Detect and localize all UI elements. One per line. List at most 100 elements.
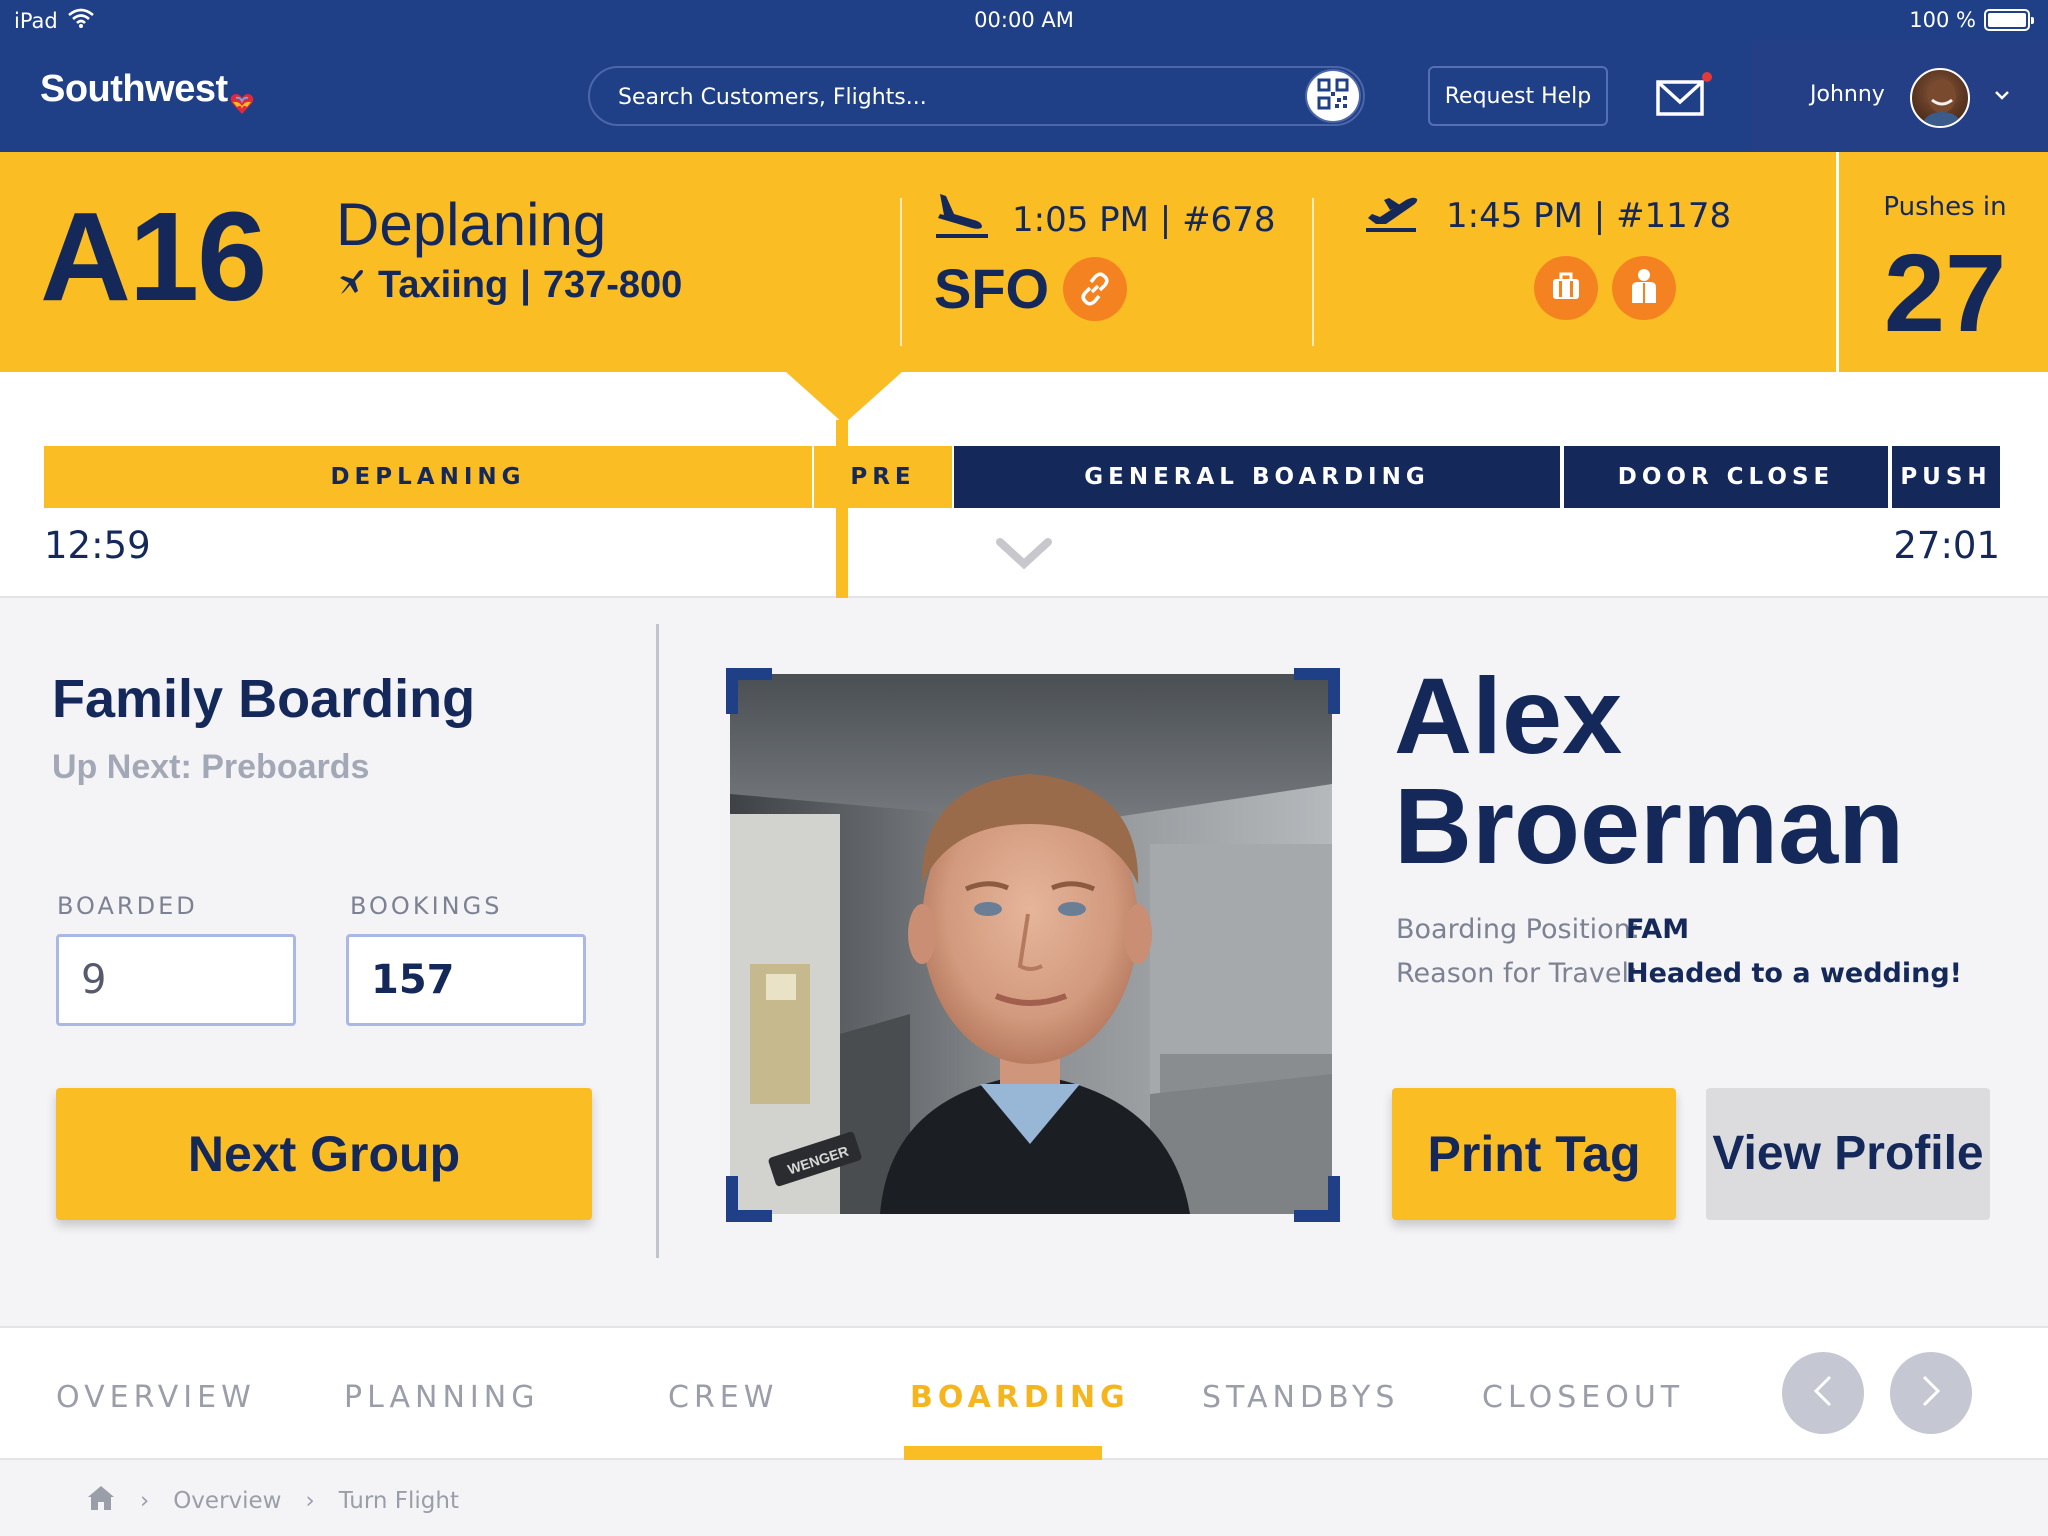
divider xyxy=(900,198,902,346)
qr-scan-button[interactable] xyxy=(1305,69,1361,123)
next-group-button[interactable]: Next Group xyxy=(56,1088,592,1220)
active-tab-indicator xyxy=(904,1446,1102,1460)
user-menu[interactable]: Johnny xyxy=(1752,40,2048,152)
baggage-alert-button[interactable] xyxy=(1534,256,1598,320)
bookings-label: BOOKINGS xyxy=(350,892,503,920)
boarding-position-label: Boarding Position: xyxy=(1396,914,1640,945)
breadcrumb-turn-flight[interactable]: Turn Flight xyxy=(339,1488,459,1514)
pushes-label: Pushes in xyxy=(1883,192,2007,222)
heart-logo-icon xyxy=(230,82,254,114)
attendant-icon xyxy=(1626,267,1662,309)
status-time: 00:00 AM xyxy=(974,8,1074,32)
flight-substatus: Taxiing | 737-800 xyxy=(336,264,682,307)
previous-button[interactable] xyxy=(1782,1352,1864,1434)
brand-name: Southwest xyxy=(40,68,228,110)
boarding-position-row: Boarding Position: FAM xyxy=(1396,914,1689,945)
flight-info-band: A16 Deplaning Taxiing | 737-800 1:05 PM … xyxy=(0,152,2048,372)
substatus-label: Taxiing xyxy=(378,264,509,306)
separator: | xyxy=(520,264,531,306)
segment-general-boarding[interactable]: GENERAL BOARDING xyxy=(954,446,1560,508)
breadcrumb-separator: › xyxy=(140,1488,150,1514)
takeoff-icon xyxy=(1364,190,1422,241)
link-icon xyxy=(1076,256,1114,321)
arrival-airport: SFO xyxy=(934,257,1050,320)
departure-info: 1:45 PM | #1178 xyxy=(1364,190,1731,241)
chevron-right-icon xyxy=(1916,1373,1946,1413)
chevron-left-icon xyxy=(1808,1373,1838,1413)
bag-icon xyxy=(1548,268,1584,308)
next-button[interactable] xyxy=(1890,1352,1972,1434)
avatar xyxy=(1910,68,1970,128)
app-header: Southwest Request Help Johnny xyxy=(0,40,2048,152)
tab-crew[interactable]: CREW xyxy=(668,1380,778,1415)
request-help-button[interactable]: Request Help xyxy=(1428,66,1608,126)
tab-overview[interactable]: OVERVIEW xyxy=(56,1380,256,1415)
notification-dot xyxy=(1702,72,1712,82)
breadcrumb-separator: › xyxy=(305,1488,315,1514)
passenger-photo-frame: WENGER xyxy=(726,668,1340,1222)
segment-push[interactable]: PUSH xyxy=(1892,446,2000,508)
gate-number: A16 xyxy=(40,186,267,327)
search-bar xyxy=(588,66,1365,126)
breadcrumb: › Overview › Turn Flight xyxy=(86,1484,459,1518)
travel-reason-value: Headed to a wedding! xyxy=(1626,958,1962,989)
crew-alert-button[interactable] xyxy=(1612,256,1676,320)
remaining-time: 27:01 xyxy=(1893,524,2000,567)
travel-reason-label: Reason for Travel: xyxy=(1396,958,1639,989)
breadcrumb-overview[interactable]: Overview xyxy=(173,1488,281,1514)
arrival-time: 1:05 PM | #678 xyxy=(1012,199,1276,240)
tab-standbys[interactable]: STANDBYS xyxy=(1202,1380,1399,1415)
segment-door-close[interactable]: DOOR CLOSE xyxy=(1564,446,1888,508)
user-name: Johnny xyxy=(1810,82,1885,107)
landing-icon xyxy=(934,190,990,249)
link-button[interactable] xyxy=(1063,256,1128,321)
segment-pre[interactable]: PRE xyxy=(814,446,952,508)
aircraft-type: 737-800 xyxy=(542,264,683,306)
messages-button[interactable] xyxy=(1656,72,1712,118)
print-tag-button[interactable]: Print Tag xyxy=(1392,1088,1676,1220)
frame-corner xyxy=(726,668,772,714)
departure-alerts xyxy=(1534,256,1676,320)
arrival-airport-row: SFO xyxy=(934,256,1128,321)
frame-corner xyxy=(1294,1176,1340,1222)
tab-closeout[interactable]: CLOSEOUT xyxy=(1482,1380,1684,1415)
frame-corner xyxy=(1294,668,1340,714)
qr-code-icon xyxy=(1317,78,1349,114)
search-input[interactable] xyxy=(618,80,1258,114)
section-tabs: OVERVIEW PLANNING CREW BOARDING STANDBYS… xyxy=(0,1326,2048,1460)
up-next-label: Up Next: Preboards xyxy=(52,748,370,786)
pushes-value: 27 xyxy=(1883,232,2007,355)
boarding-position-value: FAM xyxy=(1626,914,1690,945)
status-bar: iPad 00:00 AM 100 % xyxy=(0,0,2048,40)
passenger-photo: WENGER xyxy=(730,674,1332,1214)
flight-status: Deplaning xyxy=(336,191,607,258)
tab-planning[interactable]: PLANNING xyxy=(344,1380,539,1415)
travel-reason-row: Reason for Travel: Headed to a wedding! xyxy=(1396,958,1962,989)
boarded-field[interactable]: 9 xyxy=(56,934,296,1026)
plane-icon xyxy=(336,264,366,307)
elapsed-time: 12:59 xyxy=(44,524,151,567)
home-icon[interactable] xyxy=(86,1484,116,1518)
arrival-info: 1:05 PM | #678 xyxy=(934,190,1275,249)
bookings-field[interactable]: 157 xyxy=(346,934,586,1026)
timeline-indicator xyxy=(786,372,902,424)
battery-percent: 100 % xyxy=(1909,8,1976,32)
status-bar-right: 100 % xyxy=(1909,8,2034,32)
passenger-first-name: Alex xyxy=(1394,655,1623,776)
chevron-down-icon xyxy=(1994,86,2010,105)
passenger-last-name: Broerman xyxy=(1394,765,1905,886)
southwest-logo[interactable]: Southwest xyxy=(40,68,254,114)
battery-icon xyxy=(1984,9,2034,31)
chevron-down-icon[interactable] xyxy=(996,536,1052,574)
divider xyxy=(1312,198,1314,346)
boarding-timeline: DEPLANING PRE GENERAL BOARDING DOOR CLOS… xyxy=(0,372,2048,598)
frame-corner xyxy=(726,1176,772,1222)
push-countdown: Pushes in 27 xyxy=(1836,152,2048,372)
departure-time: 1:45 PM | #1178 xyxy=(1446,195,1732,236)
segment-deplaning[interactable]: DEPLANING xyxy=(44,446,812,508)
mail-icon xyxy=(1656,80,1706,122)
boarded-label: BOARDED xyxy=(57,892,198,920)
tab-boarding[interactable]: BOARDING xyxy=(910,1380,1130,1415)
view-profile-button[interactable]: View Profile xyxy=(1706,1088,1990,1220)
panel-divider xyxy=(656,624,659,1258)
